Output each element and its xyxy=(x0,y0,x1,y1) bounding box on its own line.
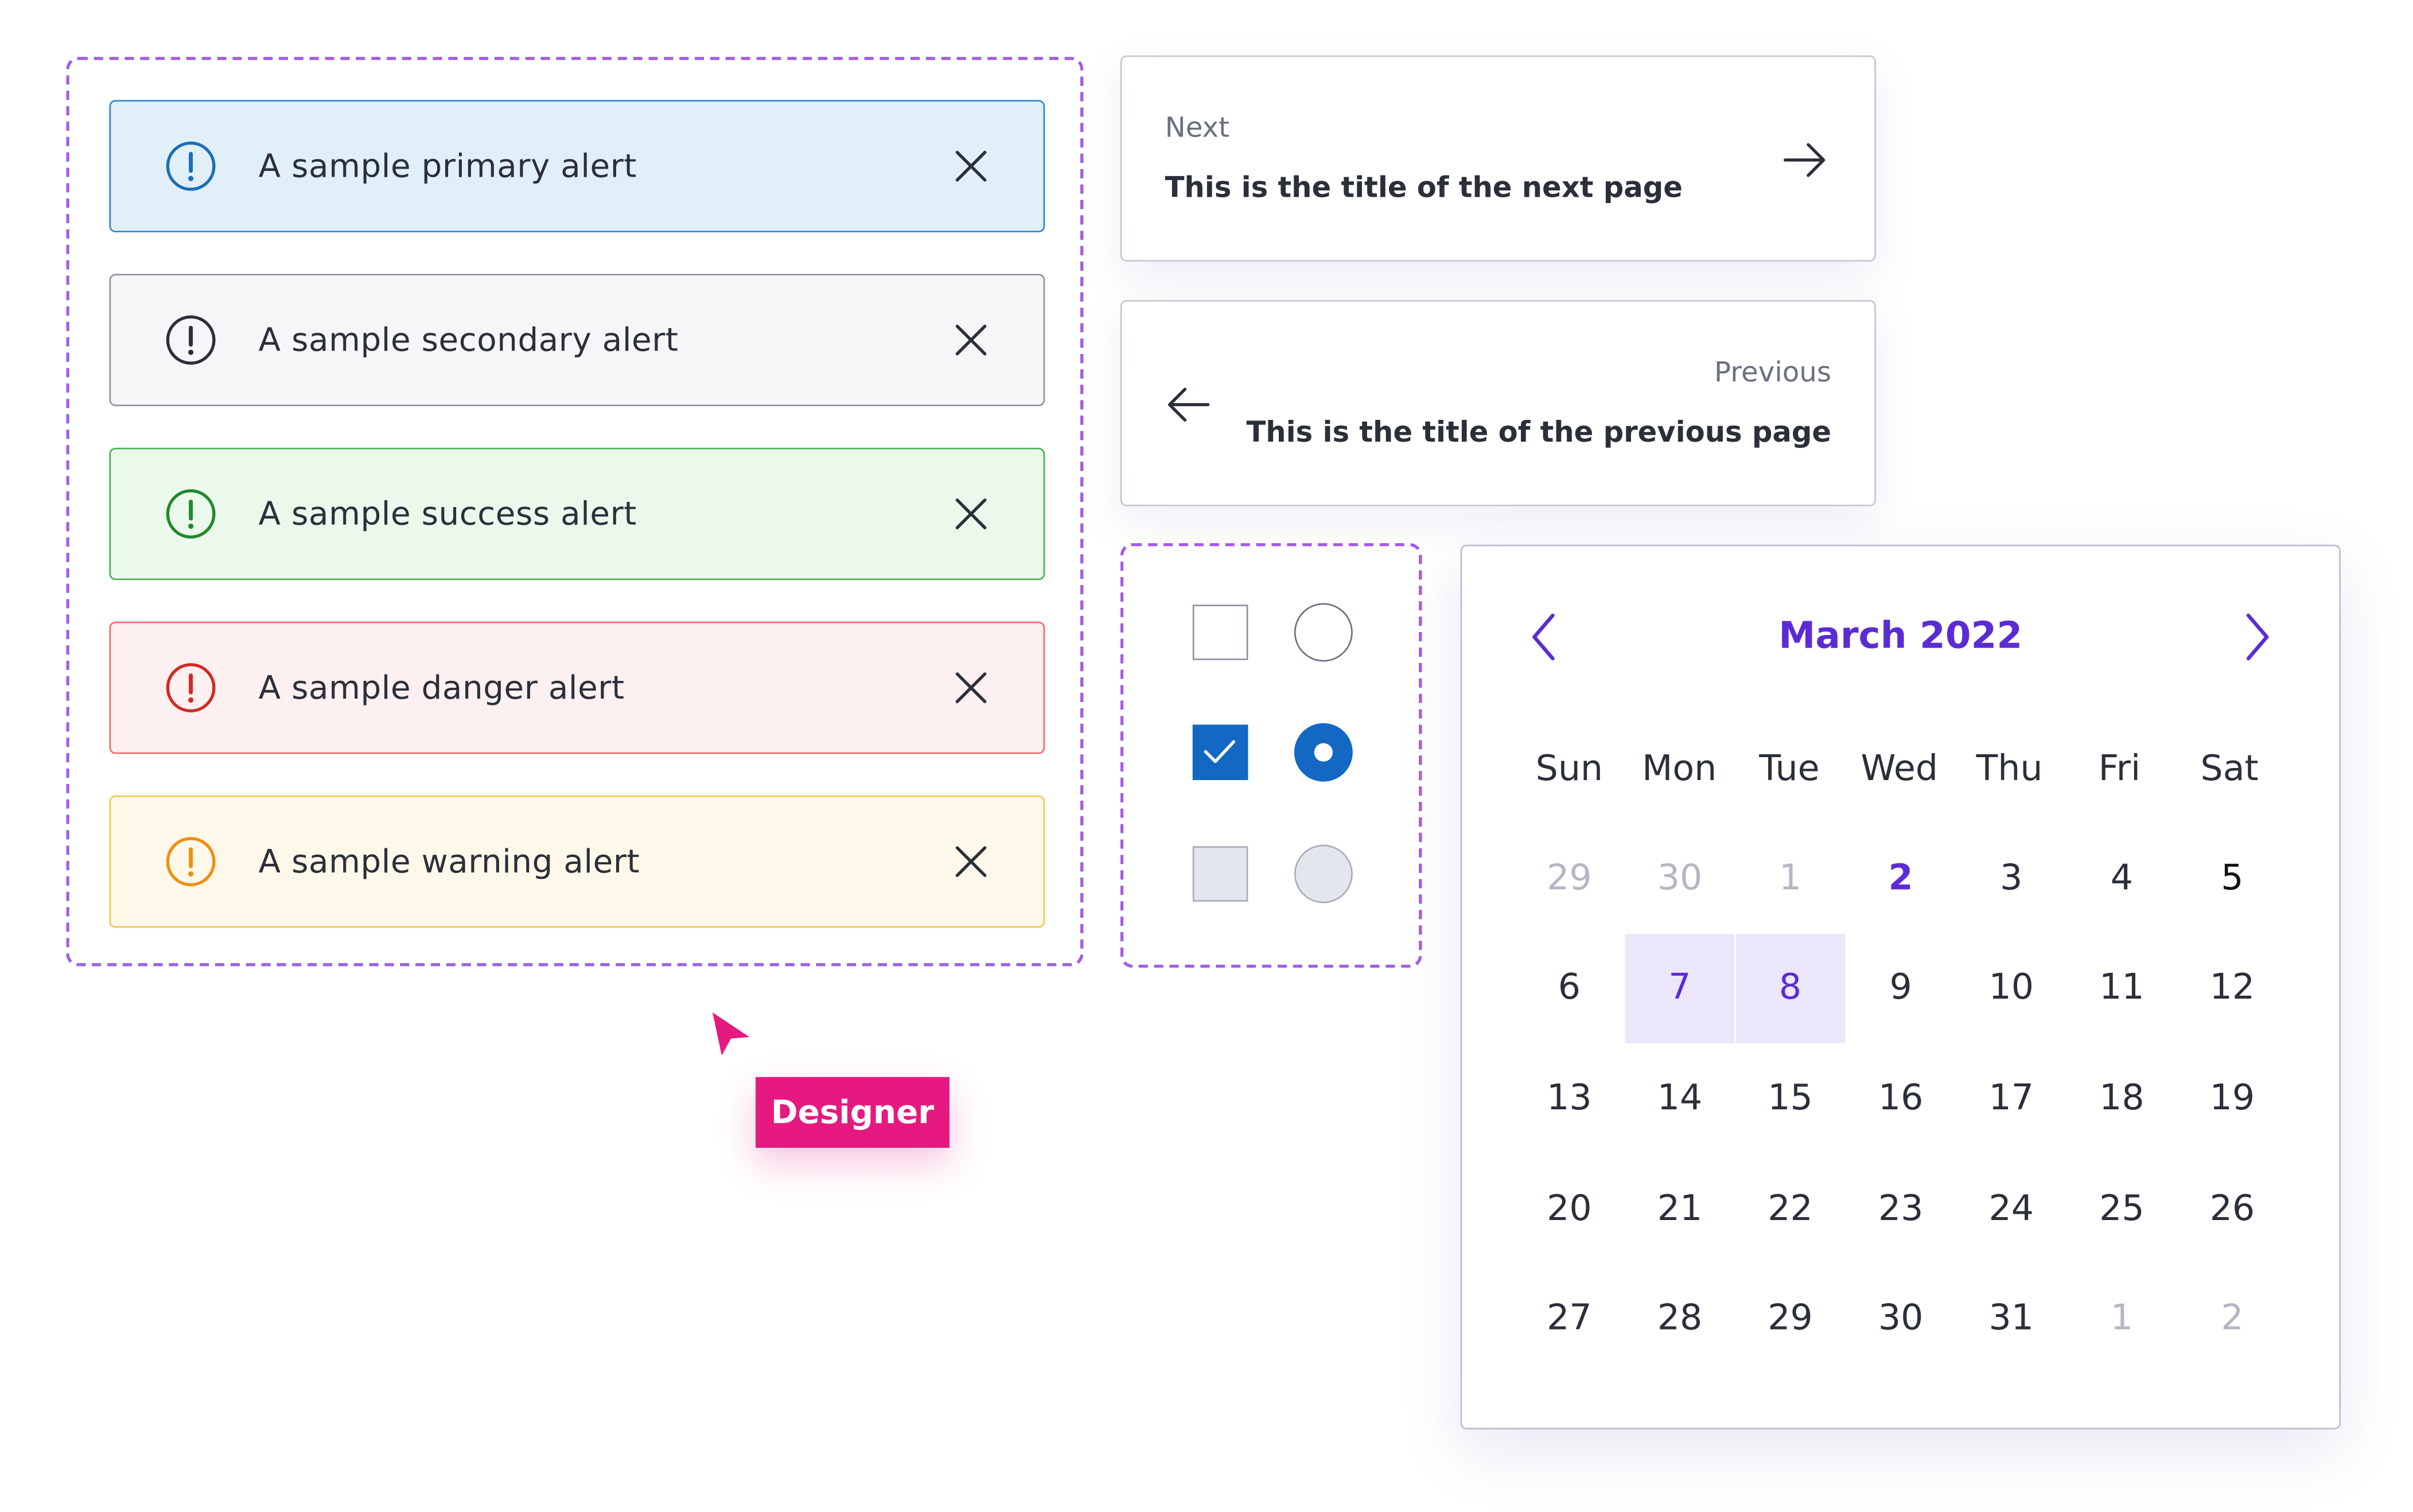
calendar-day[interactable]: 10 xyxy=(1956,933,2066,1043)
calendar-day[interactable]: 26 xyxy=(2177,1154,2287,1264)
checkbox-unchecked[interactable] xyxy=(1192,605,1248,660)
weekday-tue: Tue xyxy=(1759,749,1820,790)
cursor-arrow-icon xyxy=(712,1012,750,1056)
alert-message: A sample secondary alert xyxy=(258,321,679,358)
calendar-day[interactable]: 2 xyxy=(1846,823,1956,933)
alert-message: A sample success alert xyxy=(258,495,637,533)
close-icon[interactable] xyxy=(951,320,991,360)
alert-group: A sample primary alert A sample secondary… xyxy=(66,57,1084,967)
calendar-day[interactable]: 17 xyxy=(1956,1043,2066,1154)
chevron-right-icon[interactable] xyxy=(2241,611,2275,663)
close-icon[interactable] xyxy=(951,841,991,882)
radio-dot xyxy=(1314,743,1333,762)
previous-page-link[interactable]: Previous This is the title of the previo… xyxy=(1120,300,1876,506)
calendar-day[interactable]: 3 xyxy=(1956,823,2066,933)
weekday-fri: Fri xyxy=(2098,749,2141,790)
checkbox-checked[interactable] xyxy=(1192,724,1248,780)
calendar-day[interactable]: 1 xyxy=(2066,1264,2177,1374)
calendar-day-grid: 29 30 1 2 3 4 5 6 7 8 9 10 11 12 13 14 15 16 17 18 19 20 21 22 2… xyxy=(1514,823,2290,1374)
alert-success: A sample success alert xyxy=(109,447,1045,580)
calendar-day[interactable]: 19 xyxy=(2177,1043,2287,1154)
alert-message: A sample primary alert xyxy=(258,147,637,185)
checkmark-icon xyxy=(1204,740,1236,763)
form-controls-group xyxy=(1120,543,1422,968)
calendar-day[interactable]: 7 xyxy=(1625,933,1735,1043)
calendar: March 2022 Sun Mon Tue Wed Thu Fri Sat 29 30 1 2 3… xyxy=(1460,544,2341,1429)
calendar-day[interactable]: 21 xyxy=(1625,1154,1735,1264)
calendar-day[interactable]: 25 xyxy=(2066,1154,2177,1264)
calendar-day[interactable]: 11 xyxy=(2066,933,2177,1043)
calendar-day[interactable]: 4 xyxy=(2066,823,2177,933)
calendar-day[interactable]: 15 xyxy=(1735,1043,1846,1154)
close-icon[interactable] xyxy=(951,668,991,708)
calendar-day[interactable]: 24 xyxy=(1956,1154,2066,1264)
calendar-day[interactable]: 18 xyxy=(2066,1043,2177,1154)
next-label: Next xyxy=(1165,112,1230,145)
alert-primary: A sample primary alert xyxy=(109,100,1045,233)
calendar-month-title: March 2022 xyxy=(1778,614,2023,657)
weekday-mon: Mon xyxy=(1642,749,1717,790)
weekday-sun: Sun xyxy=(1535,749,1604,790)
calendar-day[interactable]: 29 xyxy=(1514,823,1624,933)
calendar-day[interactable]: 30 xyxy=(1625,823,1735,933)
calendar-day[interactable]: 5 xyxy=(2177,823,2287,933)
alert-message: A sample warning alert xyxy=(258,843,640,880)
exclamation-circle-icon xyxy=(166,315,216,365)
calendar-day[interactable]: 13 xyxy=(1514,1043,1624,1154)
calendar-day[interactable]: 8 xyxy=(1735,933,1846,1043)
calendar-day[interactable]: 16 xyxy=(1846,1043,1956,1154)
calendar-day[interactable]: 1 xyxy=(1735,823,1846,933)
close-icon[interactable] xyxy=(951,494,991,534)
exclamation-circle-icon xyxy=(166,837,216,887)
calendar-day[interactable]: 14 xyxy=(1625,1043,1735,1154)
close-icon[interactable] xyxy=(951,146,991,186)
alert-secondary: A sample secondary alert xyxy=(109,274,1045,407)
calendar-day[interactable]: 30 xyxy=(1846,1264,1956,1374)
alert-danger: A sample danger alert xyxy=(109,621,1045,754)
exclamation-circle-icon xyxy=(166,489,216,539)
calendar-day[interactable]: 31 xyxy=(1956,1264,2066,1374)
arrow-right-icon xyxy=(1783,143,1826,177)
calendar-day[interactable]: 22 xyxy=(1735,1154,1846,1264)
calendar-day[interactable]: 27 xyxy=(1514,1264,1624,1374)
previous-label: Previous xyxy=(1714,357,1832,389)
calendar-day[interactable]: 29 xyxy=(1735,1264,1846,1374)
calendar-day[interactable]: 12 xyxy=(2177,933,2287,1043)
radio-disabled xyxy=(1294,844,1353,903)
exclamation-circle-icon xyxy=(166,663,216,712)
calendar-day[interactable]: 9 xyxy=(1846,933,1956,1043)
weekday-thu: Thu xyxy=(1976,749,2043,790)
alert-warning: A sample warning alert xyxy=(109,795,1045,928)
calendar-day[interactable]: 28 xyxy=(1625,1264,1735,1374)
checkbox-disabled xyxy=(1192,846,1248,902)
radio-selected[interactable] xyxy=(1294,723,1353,782)
weekday-sat: Sat xyxy=(2200,749,2259,790)
next-page-title: This is the title of the next page xyxy=(1165,172,1683,205)
calendar-day[interactable]: 23 xyxy=(1846,1154,1956,1264)
calendar-day[interactable]: 20 xyxy=(1514,1154,1624,1264)
exclamation-circle-icon xyxy=(166,141,216,191)
weekday-wed: Wed xyxy=(1861,749,1939,790)
calendar-day[interactable]: 6 xyxy=(1514,933,1624,1043)
calendar-day[interactable]: 2 xyxy=(2177,1264,2287,1374)
designer-cursor-label: Designer xyxy=(756,1077,950,1148)
alert-message: A sample danger alert xyxy=(258,669,625,707)
arrow-left-icon xyxy=(1167,387,1210,422)
radio-unselected[interactable] xyxy=(1294,603,1353,662)
previous-page-title: This is the title of the previous page xyxy=(1246,416,1832,450)
next-page-link[interactable]: Next This is the title of the next page xyxy=(1120,55,1876,262)
